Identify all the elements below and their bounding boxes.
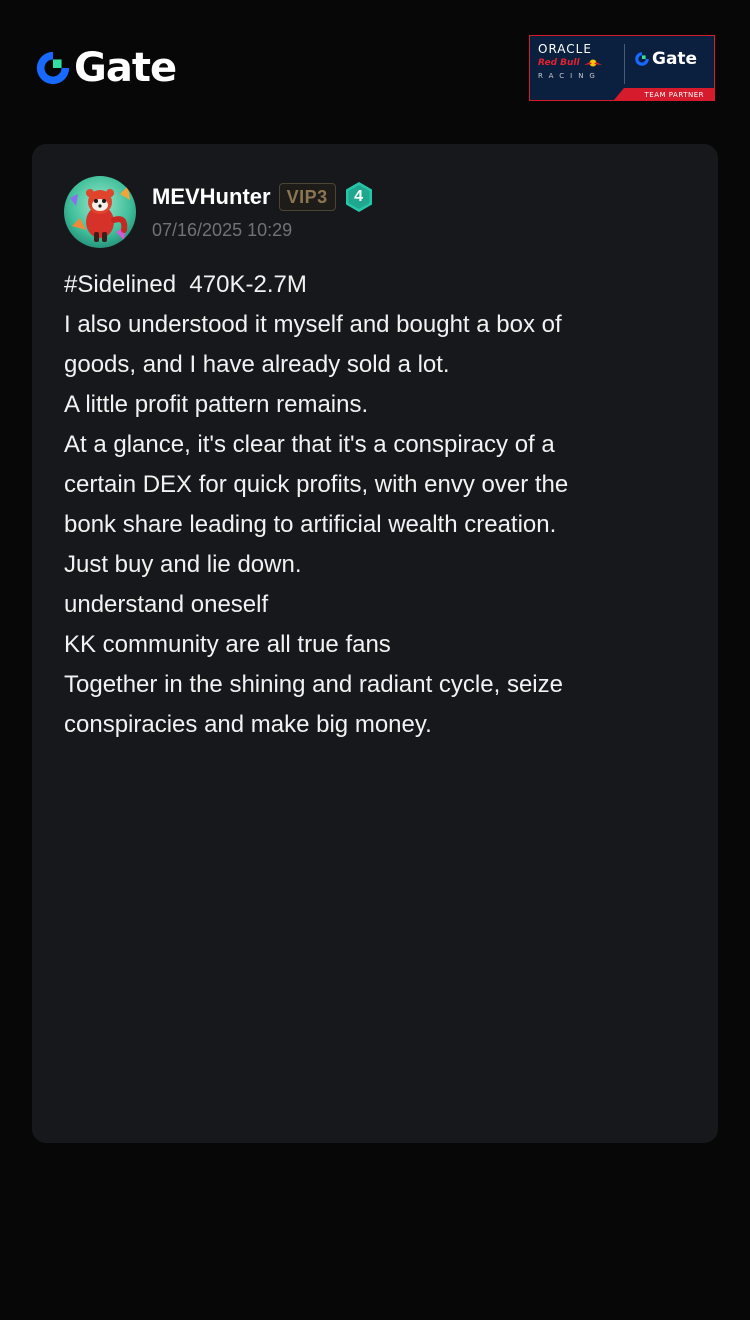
- gate-logo-icon: [635, 52, 649, 66]
- author-row: MEVHunter VIP3 4: [152, 182, 374, 212]
- vip-badge: VIP3: [278, 183, 336, 211]
- oracle-label: ORACLE: [538, 42, 592, 56]
- share-page: Gate ORACLE Red Bull RACING Gate TEAM PA…: [0, 0, 750, 1320]
- author-username[interactable]: MEVHunter: [152, 182, 271, 212]
- level-number: 4: [354, 188, 364, 205]
- post-line: Just buy and lie down.: [64, 551, 302, 578]
- post-line: I also understood it myself and bought a…: [64, 311, 562, 338]
- post-line: A little profit pattern remains.: [64, 391, 369, 418]
- red-bull-label: Red Bull: [538, 56, 622, 70]
- red-panda-avatar: [64, 176, 136, 248]
- post-line: #Sidelined 470K-2.7M: [64, 271, 307, 298]
- post-line: Together in the shining and radiant cycl…: [64, 671, 563, 698]
- team-partner-badge: ORACLE Red Bull RACING Gate TEAM PARTNER: [529, 35, 715, 101]
- partner-gate-logo: Gate: [634, 50, 697, 68]
- gate-logo[interactable]: Gate: [34, 45, 177, 91]
- post-line: KK community are all true fans: [64, 631, 391, 658]
- racing-label: RACING: [538, 72, 601, 80]
- post-line: goods, and I have already sold a lot.: [64, 351, 450, 378]
- team-partner-label: TEAM PARTNER: [644, 91, 704, 99]
- badge-footer: TEAM PARTNER: [530, 88, 714, 100]
- gate-logo-icon: [36, 51, 70, 85]
- post-content: #Sidelined 470K-2.7M I also understood it…: [64, 265, 694, 745]
- post-timestamp: 07/16/2025 10:29: [152, 220, 293, 240]
- post-card: MEVHunter VIP3 4 07/16/2025 10:29 #Sidel…: [32, 144, 718, 1143]
- brand-name: Gate: [74, 45, 177, 91]
- bull-icon: [583, 59, 602, 67]
- post-line: bonk share leading to artificial wealth …: [64, 511, 557, 538]
- post-line: understand oneself: [64, 591, 269, 618]
- post-line: At a glance, it's clear that it's a cons…: [64, 431, 555, 458]
- level-badge: 4: [344, 181, 374, 213]
- avatar[interactable]: [64, 176, 136, 248]
- badge-divider: [624, 44, 625, 84]
- post-line: conspiracies and make big money.: [64, 711, 432, 738]
- post-line: certain DEX for quick profits, with envy…: [64, 471, 569, 498]
